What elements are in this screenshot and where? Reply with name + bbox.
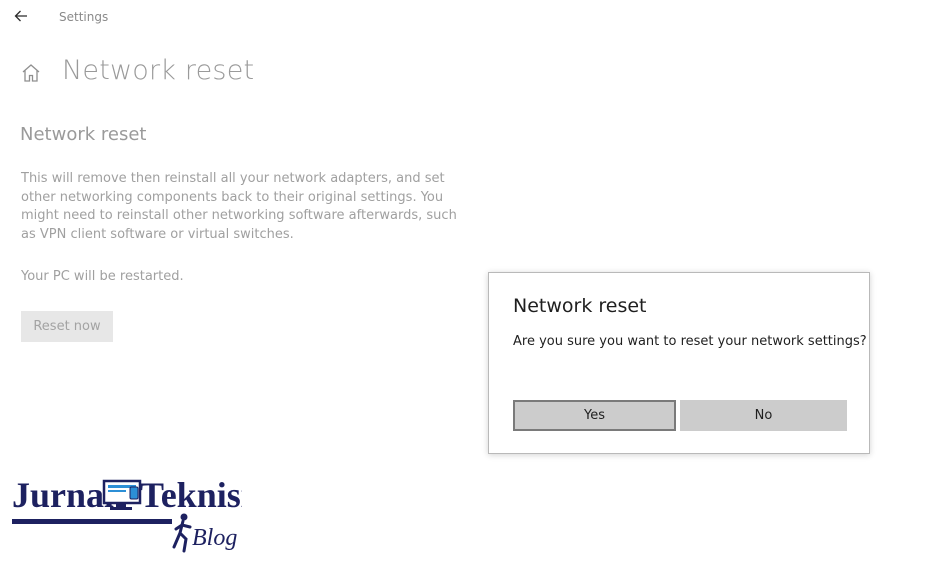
logo-text-teknisi: Teknisi <box>140 475 242 515</box>
back-button[interactable] <box>10 5 32 27</box>
runner-figure-icon <box>172 513 192 553</box>
arrow-left-icon <box>14 10 27 22</box>
home-icon[interactable] <box>20 62 42 84</box>
jurnal-teknisi-logo: Jurnal Teknisi Blog <box>12 475 242 553</box>
section-title: Network reset <box>20 124 147 145</box>
app-title: Settings <box>59 10 109 24</box>
reset-description: This will remove then reinstall all your… <box>21 171 457 242</box>
dialog-message: Are you sure you want to reset your netw… <box>513 334 867 349</box>
logo-underline <box>12 519 172 524</box>
page-title: Network reset <box>62 55 255 86</box>
yes-button[interactable]: Yes <box>513 400 676 431</box>
logo-text-blog: Blog <box>192 525 237 551</box>
dialog-title: Network reset <box>513 295 647 317</box>
no-button[interactable]: No <box>680 400 847 431</box>
restart-note: Your PC will be restarted. <box>21 269 184 284</box>
logo-text-jurnal: Jurnal <box>12 475 114 515</box>
settings-window: Settings Network reset Network reset Thi… <box>0 0 945 564</box>
confirm-dialog: Network reset Are you sure you want to r… <box>488 272 870 454</box>
reset-now-button[interactable]: Reset now <box>21 311 113 342</box>
